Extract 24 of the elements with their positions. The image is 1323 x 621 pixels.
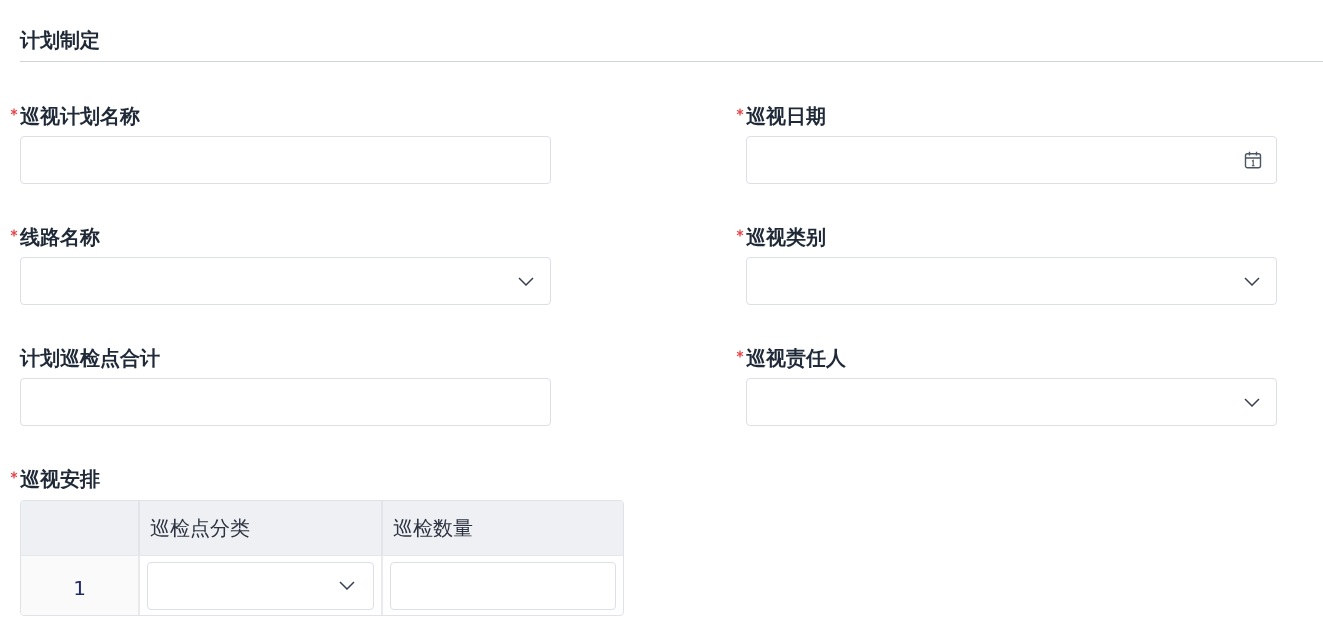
- field-label: 线路名称: [20, 225, 100, 249]
- calendar-icon[interactable]: [1244, 151, 1262, 169]
- input-field[interactable]: [390, 561, 616, 610]
- field-label: 巡视类别: [746, 225, 826, 249]
- column-header: 巡检数量: [393, 514, 473, 542]
- input-field[interactable]: [20, 378, 551, 426]
- column-header: 巡检点分类: [150, 514, 250, 542]
- field-label: 计划巡检点合计: [20, 346, 160, 370]
- date-field[interactable]: [746, 136, 1277, 184]
- select-field[interactable]: [746, 378, 1277, 426]
- chevron-down-icon[interactable]: [1244, 276, 1260, 286]
- field-label: 巡视安排: [20, 467, 100, 491]
- field-label: 巡视计划名称: [20, 104, 140, 128]
- field-label: 巡视责任人: [746, 346, 846, 370]
- chevron-down-icon[interactable]: [518, 276, 534, 286]
- select-field[interactable]: [147, 561, 374, 610]
- chevron-down-icon[interactable]: [1244, 397, 1260, 407]
- chevron-down-icon[interactable]: [339, 581, 355, 590]
- select-field[interactable]: [20, 257, 551, 305]
- input-field[interactable]: [20, 136, 551, 184]
- row-number: 1: [21, 556, 138, 615]
- select-field[interactable]: [746, 257, 1277, 305]
- section-title: 计划制定: [20, 28, 100, 52]
- field-label: 巡视日期: [746, 104, 826, 128]
